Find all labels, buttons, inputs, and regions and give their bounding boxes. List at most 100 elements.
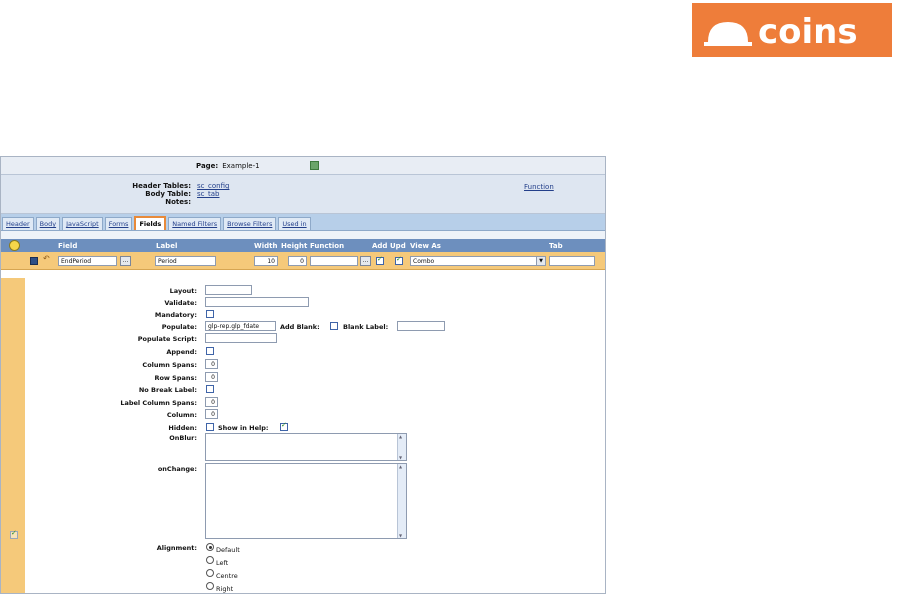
- field-lookup-button[interactable]: …: [120, 256, 131, 266]
- coins-logo: coins: [692, 3, 892, 57]
- page-label: Page:: [196, 161, 219, 170]
- add-checkbox[interactable]: [376, 255, 384, 265]
- undo-icon[interactable]: ↶: [43, 255, 52, 264]
- row-spans-label: Row Spans:: [154, 374, 197, 382]
- tab-named-filters[interactable]: Named Filters: [168, 217, 222, 230]
- page-name: Example-1: [222, 161, 260, 170]
- header-tables-row: Header Tables: sc_config: [1, 182, 229, 190]
- blank-label-input[interactable]: [397, 321, 445, 331]
- col-view-as: View As: [410, 242, 441, 250]
- alignment-centre-label: Centre: [216, 572, 238, 580]
- header-tables-label: Header Tables:: [132, 182, 191, 190]
- alignment-default-label: Default: [216, 546, 240, 554]
- alignment-centre-radio[interactable]: [206, 569, 214, 577]
- hidden-label: Hidden:: [168, 424, 197, 432]
- onblur-textarea[interactable]: [205, 433, 407, 461]
- label-column-spans-input[interactable]: 0: [205, 397, 218, 407]
- col-tab: Tab: [549, 242, 563, 250]
- show-in-help-checkbox[interactable]: [280, 421, 288, 431]
- body-table-row: Body Table: sc_tab: [1, 190, 219, 198]
- layout-input[interactable]: [205, 285, 252, 295]
- tab-input[interactable]: [549, 256, 595, 266]
- hidden-checkbox[interactable]: [206, 423, 214, 431]
- blank-label-label: Blank Label:: [343, 323, 389, 331]
- col-width: Width: [254, 242, 278, 250]
- grid-header: Field Label Width Height Function Add Up…: [1, 239, 605, 252]
- tab-spacer: [1, 231, 605, 239]
- append-checkbox[interactable]: [206, 347, 214, 355]
- save-icon[interactable]: [30, 257, 38, 265]
- col-function: Function: [310, 242, 345, 250]
- populate-script-label: Populate Script:: [137, 335, 197, 343]
- function-link[interactable]: Function: [524, 183, 554, 191]
- no-break-label-label: No Break Label:: [138, 386, 197, 394]
- row-spans-input[interactable]: 0: [205, 372, 218, 382]
- tab-used-in[interactable]: Used in: [278, 217, 311, 230]
- row-select-checkbox[interactable]: [10, 529, 18, 539]
- add-blank-label: Add Blank:: [280, 323, 320, 331]
- tab-fields[interactable]: Fields: [134, 216, 167, 230]
- function-input[interactable]: [310, 256, 358, 266]
- status-icon[interactable]: [309, 161, 319, 170]
- body-table-link[interactable]: sc_tab: [197, 190, 219, 198]
- column-input[interactable]: 0: [205, 409, 218, 419]
- no-break-label-checkbox[interactable]: [206, 385, 214, 393]
- header-section: Header Tables: sc_config Body Table: sc_…: [1, 175, 605, 214]
- tab-forms[interactable]: Forms: [104, 217, 133, 230]
- field-edit-row: ↶ EndPeriod … Period 10 0 … Combo ▼: [1, 252, 605, 270]
- alignment-left-radio[interactable]: [206, 556, 214, 564]
- append-label: Append:: [166, 348, 197, 356]
- layout-label: Layout:: [169, 287, 197, 295]
- add-blank-checkbox[interactable]: [330, 322, 338, 330]
- app-window: Page: Example-1 Header Tables: sc_config…: [0, 156, 606, 594]
- alignment-right-radio[interactable]: [206, 582, 214, 590]
- field-properties-panel: Layout: Validate: Mandatory: Populate: g…: [25, 278, 605, 593]
- validate-label: Validate:: [164, 299, 197, 307]
- onchange-label: onChange:: [157, 465, 197, 473]
- onblur-scrollbar[interactable]: [397, 434, 406, 460]
- alignment-default-radio[interactable]: [206, 543, 214, 551]
- field-name-input[interactable]: EndPeriod: [58, 256, 117, 266]
- width-input[interactable]: 10: [254, 256, 278, 266]
- col-field: Field: [58, 242, 78, 250]
- populate-label: Populate:: [161, 323, 197, 331]
- label-column-spans-label: Label Column Spans:: [120, 399, 197, 407]
- alignment-label: Alignment:: [156, 544, 197, 552]
- mandatory-checkbox[interactable]: [206, 310, 214, 318]
- view-as-value: Combo: [413, 258, 435, 265]
- show-in-help-label: Show in Help:: [218, 424, 269, 432]
- upd-checkbox[interactable]: [395, 255, 403, 265]
- height-input[interactable]: 0: [288, 256, 307, 266]
- add-row-icon[interactable]: [9, 240, 20, 251]
- populate-script-input[interactable]: [205, 333, 277, 343]
- notes-row: Notes:: [1, 198, 197, 206]
- header-tables-link[interactable]: sc_config: [197, 182, 229, 190]
- col-upd: Upd: [390, 242, 406, 250]
- tab-browse-filters[interactable]: Browse Filters: [223, 217, 277, 230]
- column-label: Column:: [166, 411, 197, 419]
- notes-label: Notes:: [165, 198, 191, 206]
- col-add: Add: [372, 242, 388, 250]
- tab-header[interactable]: Header: [2, 217, 34, 230]
- mandatory-label: Mandatory:: [154, 311, 197, 319]
- helmet-logo-icon: coins: [704, 12, 858, 50]
- label-input[interactable]: Period: [155, 256, 216, 266]
- onchange-textarea[interactable]: [205, 463, 407, 539]
- col-label: Label: [156, 242, 178, 250]
- tab-body[interactable]: Body: [35, 217, 61, 230]
- alignment-right-label: Right: [216, 585, 234, 593]
- populate-input[interactable]: glp-rep.glp_fdate: [205, 321, 276, 331]
- tab-javascript[interactable]: JavaScript: [62, 217, 103, 230]
- page-title-bar: Page: Example-1: [1, 157, 605, 175]
- left-stripe: [1, 278, 25, 593]
- function-lookup-button[interactable]: …: [360, 256, 371, 266]
- view-as-select[interactable]: Combo ▼: [410, 256, 546, 266]
- onblur-label: OnBlur:: [169, 434, 197, 442]
- validate-input[interactable]: [205, 297, 309, 307]
- column-spans-input[interactable]: 0: [205, 359, 218, 369]
- body-table-label: Body Table:: [145, 190, 191, 198]
- alignment-left-label: Left: [216, 559, 229, 567]
- column-spans-label: Column Spans:: [142, 361, 197, 369]
- tab-bar: Header Body JavaScript Forms Fields Name…: [1, 214, 605, 231]
- onchange-scrollbar[interactable]: [397, 464, 406, 538]
